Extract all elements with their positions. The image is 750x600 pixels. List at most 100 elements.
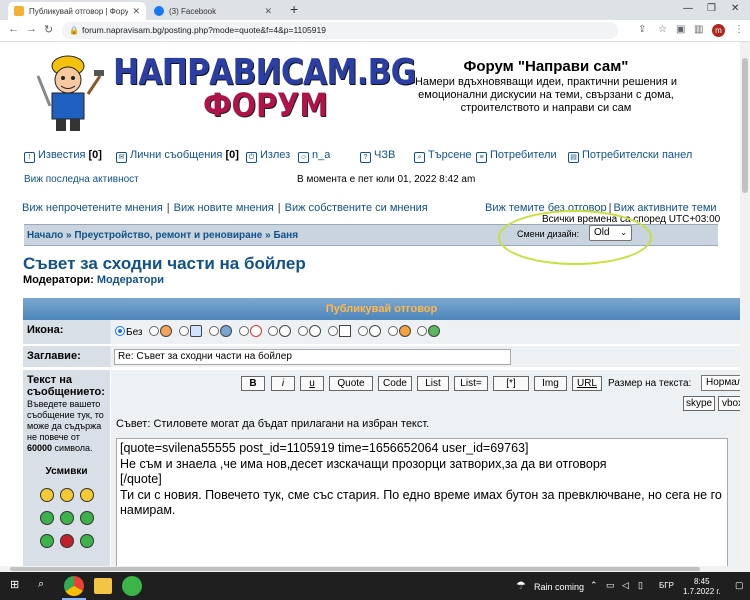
smilies-title: Усмивки bbox=[45, 466, 88, 477]
volume-icon[interactable]: ◁ bbox=[622, 580, 629, 591]
url-button[interactable]: URL bbox=[572, 376, 602, 391]
moderators: Модератори: Модератори bbox=[23, 274, 164, 286]
smiley-icon[interactable] bbox=[40, 488, 54, 502]
icon-radio-radioactive[interactable] bbox=[208, 326, 219, 336]
smile-icon bbox=[398, 325, 411, 337]
bold-button[interactable]: B bbox=[241, 376, 265, 391]
icon-radio-info[interactable] bbox=[357, 326, 368, 336]
breadcrumb-home[interactable]: Начало bbox=[27, 230, 63, 241]
share-icon[interactable]: ⇪ bbox=[638, 24, 646, 35]
maximize-icon[interactable]: ❐ bbox=[707, 3, 716, 14]
nav-search[interactable]: ⌕ Търсене bbox=[414, 149, 472, 163]
message-editor: B i u Quote Code List List= [*] Img URL … bbox=[111, 370, 740, 570]
smiley-icon[interactable] bbox=[40, 534, 54, 548]
notification-center-icon[interactable]: ▢ bbox=[735, 580, 744, 591]
url-input[interactable]: 🔒 forum.napravisam.bg/posting.php?mode=q… bbox=[62, 22, 618, 39]
file-explorer-icon[interactable] bbox=[94, 578, 112, 594]
smiley-icon[interactable] bbox=[80, 534, 94, 548]
minimize-icon[interactable]: — bbox=[683, 3, 693, 14]
bookmark-star-icon[interactable]: ☆ bbox=[658, 24, 667, 35]
language-indicator[interactable]: БГР bbox=[659, 581, 674, 590]
tab-title: (3) Facebook bbox=[169, 6, 217, 16]
own-posts-link[interactable]: Виж собствените си мнения bbox=[285, 202, 428, 214]
subject-input[interactable]: Re: Съвет за сходни части на бойлер bbox=[114, 349, 511, 365]
nav-notifications[interactable]: ! Известия [0] bbox=[24, 149, 102, 163]
icon-radio-sad[interactable] bbox=[417, 326, 428, 336]
forward-icon[interactable]: → bbox=[26, 23, 37, 35]
forum-favicon-icon bbox=[14, 6, 24, 16]
font-size-select[interactable]: Нормален bbox=[701, 375, 740, 391]
sidepanel-icon[interactable]: ▥ bbox=[694, 24, 703, 35]
message-textarea[interactable]: [quote=svilena55555 post_id=1105919 time… bbox=[116, 438, 728, 570]
smiley-icon[interactable] bbox=[80, 511, 94, 525]
new-tab-icon[interactable]: + bbox=[290, 1, 298, 17]
icon-radio-warning[interactable] bbox=[327, 326, 338, 336]
new-posts-link[interactable]: Виж новите мнения bbox=[174, 202, 274, 214]
network-icon[interactable]: ▭ bbox=[606, 580, 615, 591]
ordered-list-button[interactable]: List= bbox=[454, 376, 488, 391]
logo-text-forum[interactable]: ФОРУМ bbox=[203, 86, 328, 124]
nav-faq[interactable]: ? ЧЗВ bbox=[360, 149, 395, 163]
lock-icon: 🔒 bbox=[69, 26, 79, 35]
notification-icon: ! bbox=[24, 152, 35, 163]
message-label-panel: Текст на съобщението: Въведете вашето съ… bbox=[23, 370, 110, 570]
last-activity-link[interactable]: Виж последна активност bbox=[24, 174, 139, 185]
nav-logout[interactable]: ⏻ Излез bbox=[246, 149, 290, 163]
form-heading: Публикувай отговор bbox=[23, 298, 740, 320]
profile-avatar[interactable]: m bbox=[712, 24, 725, 37]
extensions-icon[interactable]: ▣ bbox=[676, 24, 685, 35]
icon-radio-smile[interactable] bbox=[387, 326, 398, 336]
icon-radio-fire[interactable] bbox=[149, 326, 160, 336]
smiley-icon[interactable] bbox=[60, 488, 74, 502]
close-icon[interactable]: ✕ bbox=[132, 6, 140, 17]
icon-radio-star[interactable] bbox=[179, 326, 190, 336]
radioactive-icon bbox=[219, 325, 232, 337]
logo-mascot-icon[interactable] bbox=[32, 46, 104, 132]
list-item-button[interactable]: [*] bbox=[493, 376, 529, 391]
active-topics-link[interactable]: Виж активните теми bbox=[614, 202, 717, 214]
windows-start-icon[interactable]: ⊞ bbox=[10, 578, 19, 591]
breadcrumb-forum[interactable]: Баня bbox=[273, 230, 298, 241]
scroll-thumb[interactable] bbox=[10, 567, 700, 571]
underline-button[interactable]: u bbox=[300, 376, 324, 391]
smiley-icon[interactable] bbox=[80, 488, 94, 502]
skype-button[interactable]: skype bbox=[683, 396, 715, 411]
icon-radio-none[interactable] bbox=[115, 326, 125, 336]
list-button[interactable]: List bbox=[417, 376, 449, 391]
close-window-icon[interactable]: ✕ bbox=[731, 3, 739, 14]
italic-button[interactable]: i bbox=[271, 376, 295, 391]
icon-radio-speech[interactable] bbox=[268, 326, 279, 336]
icon-radio-heart[interactable] bbox=[238, 326, 249, 336]
quote-button[interactable]: Quote bbox=[329, 376, 373, 391]
smiley-icon[interactable] bbox=[60, 534, 74, 548]
chrome-icon[interactable] bbox=[62, 576, 86, 600]
breadcrumb-category[interactable]: Преустройство, ремонт и реновиране bbox=[74, 230, 262, 241]
smiley-icon[interactable] bbox=[40, 511, 54, 525]
image-button[interactable]: Img bbox=[534, 376, 567, 391]
scroll-thumb[interactable] bbox=[742, 58, 748, 193]
battery-icon[interactable]: ▯ bbox=[638, 580, 643, 591]
nav-private-messages[interactable]: ✉ Лични съобщения [0] bbox=[116, 149, 239, 163]
topic-title[interactable]: Съвет за сходни части на бойлер bbox=[23, 254, 306, 274]
smiley-icon[interactable] bbox=[60, 511, 74, 525]
code-button[interactable]: Code bbox=[378, 376, 412, 391]
tab-posting[interactable]: Публикувай отговор | Форум "Н ✕ bbox=[8, 2, 146, 20]
search-icon[interactable]: ⌕ bbox=[38, 578, 44, 591]
nav-user-control-panel[interactable]: ▤ Потребителски панел bbox=[568, 149, 692, 163]
nav-user[interactable]: ☺ n_a bbox=[298, 149, 330, 163]
nav-members[interactable]: ≡ Потребители bbox=[476, 149, 557, 163]
back-icon[interactable]: ← bbox=[8, 23, 19, 35]
vertical-scrollbar[interactable] bbox=[740, 42, 750, 572]
app-icon[interactable] bbox=[122, 576, 142, 596]
tab-facebook[interactable]: (3) Facebook ✕ bbox=[148, 2, 278, 20]
vbox7-button[interactable]: vbox7 bbox=[718, 396, 740, 411]
clock[interactable]: 8:45 1.7.2022 г. bbox=[683, 577, 721, 597]
icon-radio-question[interactable] bbox=[298, 326, 309, 336]
weather-text[interactable]: Rain coming bbox=[534, 582, 584, 592]
close-icon[interactable]: ✕ bbox=[264, 6, 272, 17]
menu-icon[interactable]: ⋮ bbox=[734, 24, 744, 35]
unread-posts-link[interactable]: Виж непрочетените мнения bbox=[22, 202, 163, 214]
reload-icon[interactable]: ↻ bbox=[44, 23, 53, 36]
moderators-link[interactable]: Модератори bbox=[97, 274, 164, 286]
tray-chevron-icon[interactable]: ⌃ bbox=[590, 580, 598, 591]
